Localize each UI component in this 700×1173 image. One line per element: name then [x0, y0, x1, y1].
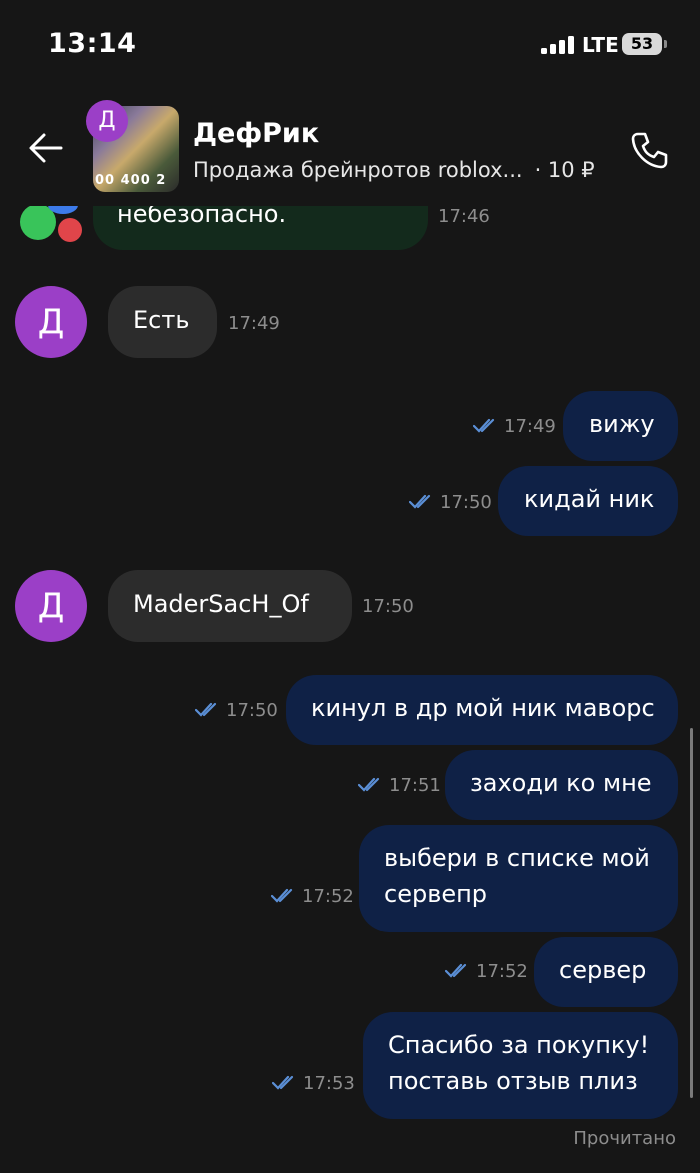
avatar[interactable]: Д	[15, 570, 87, 642]
chat-header: 00 400 2 Д ДефРик Продажа брейнротов rob…	[0, 88, 700, 206]
phone-icon[interactable]	[630, 130, 670, 170]
message-time: 17:49	[228, 313, 280, 334]
read-status: Прочитано	[573, 1128, 676, 1149]
double-check-icon	[272, 1075, 294, 1090]
double-check-icon	[195, 702, 217, 717]
message-text: кидай ник	[524, 485, 655, 513]
message-bubble[interactable]: MaderSacH_Of	[108, 570, 352, 642]
thumbnail-caption: 00 400 2	[95, 173, 167, 188]
message-text: сервер	[559, 956, 647, 984]
chat-title[interactable]: ДефРик	[193, 118, 319, 149]
seller-avatar: Д	[86, 100, 128, 142]
message-time: 17:49	[504, 416, 556, 437]
message-bubble[interactable]: Есть	[108, 286, 217, 358]
message-text: заходи ко мне	[470, 769, 652, 797]
double-check-icon	[445, 963, 467, 978]
message-time: 17:50	[226, 700, 278, 721]
message-text: MaderSacH_Of	[133, 590, 309, 618]
message-text-line: Спасибо за покупку!	[388, 1031, 650, 1059]
message-bubble[interactable]: выбери в списке мой сервепр	[359, 825, 678, 932]
message-time: 17:50	[440, 492, 492, 513]
message-text: вижу	[589, 410, 655, 438]
message-bubble[interactable]: вижу	[563, 391, 678, 461]
message-time: 17:52	[302, 886, 354, 907]
message-time: 17:50	[362, 596, 414, 617]
message-bubble[interactable]: Спасибо за покупку! поставь отзыв плиз	[363, 1012, 678, 1119]
double-check-icon	[409, 494, 431, 509]
message-text-line: выбери в списке мой	[384, 844, 650, 872]
double-check-icon	[473, 418, 495, 433]
message-time: 17:53	[303, 1073, 355, 1094]
message-text-line: сервепр	[384, 880, 488, 908]
listing-price: · 10 ₽	[534, 158, 595, 182]
message-time: 17:46	[438, 206, 490, 227]
chat-subtitle[interactable]: Продажа брейнротов roblox... · 10 ₽	[193, 158, 595, 182]
scrollbar[interactable]	[690, 728, 693, 1098]
listing-title: Продажа брейнротов roblox...	[193, 158, 523, 182]
message-text: кинул в др мой ник маворс	[311, 694, 655, 722]
double-check-icon	[271, 888, 293, 903]
message-bubble[interactable]: заходи ко мне	[445, 750, 678, 820]
message-bubble[interactable]: сервер	[534, 937, 678, 1007]
message-text: Есть	[133, 306, 190, 334]
message-time: 17:52	[476, 961, 528, 982]
message-time: 17:51	[389, 775, 441, 796]
back-arrow-icon[interactable]	[28, 131, 64, 165]
message-text-line: поставь отзыв плиз	[388, 1067, 638, 1095]
message-bubble[interactable]: кинул в др мой ник маворс	[286, 675, 678, 745]
message-bubble[interactable]: кидай ник	[498, 466, 678, 536]
avatar[interactable]: Д	[15, 286, 87, 358]
double-check-icon	[358, 777, 380, 792]
